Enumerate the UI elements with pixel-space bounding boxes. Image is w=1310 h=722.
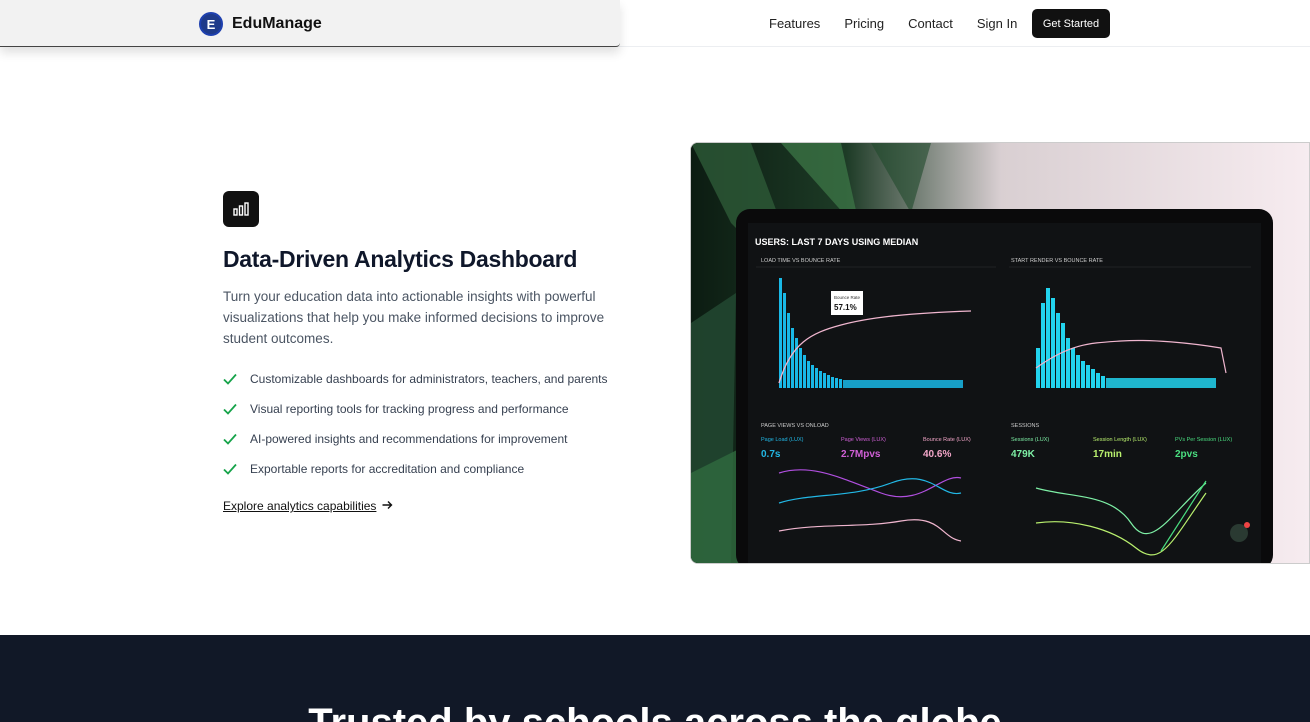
list-item-text: Visual reporting tools for tracking prog… [250, 402, 569, 416]
stat-value: 0.7s [761, 449, 781, 460]
tooltip-label: Bounce Rate [834, 295, 861, 300]
check-icon [223, 401, 239, 417]
section-title: Data-Driven Analytics Dashboard [223, 246, 578, 272]
tooltip-value: 57.1% [834, 303, 857, 312]
feature-list: Customizable dashboards for administrato… [223, 364, 608, 484]
site-header: E EduManage Features Pricing Contact Sig… [0, 0, 1310, 47]
trusted-section: Trusted by schools across the globe [0, 635, 1310, 722]
section-description: Turn your education data into actionable… [223, 289, 605, 346]
check-icon [223, 371, 239, 387]
stat-label: PVs Per Session (LUX) [1175, 437, 1232, 443]
nav-contact[interactable]: Contact [908, 16, 953, 31]
trusted-heading: Trusted by schools across the globe [0, 701, 1310, 722]
panel-title: SESSIONS [1011, 423, 1039, 429]
list-item: Visual reporting tools for tracking prog… [223, 394, 608, 424]
check-icon [223, 461, 239, 477]
nav-pricing[interactable]: Pricing [844, 16, 884, 31]
logo[interactable]: E EduManage [199, 12, 322, 36]
stat-label: Bounce Rate (LUX) [923, 437, 971, 443]
list-item-text: Exportable reports for accreditation and… [250, 462, 525, 476]
brand-name: EduManage [232, 15, 322, 32]
panel-title: LOAD TIME VS BOUNCE RATE [761, 258, 841, 264]
stat-label: Sessions (LUX) [1011, 437, 1049, 443]
explore-analytics-link[interactable]: Explore analytics capabilities [223, 499, 393, 513]
get-started-button[interactable]: Get Started [1032, 9, 1110, 38]
stat-label: Page Views (LUX) [841, 437, 886, 443]
panel-title: START RENDER VS BOUNCE RATE [1011, 258, 1103, 264]
list-item: Customizable dashboards for administrato… [223, 364, 608, 394]
explore-link-label: Explore analytics capabilities [223, 499, 377, 513]
bar-chart-icon [223, 191, 259, 227]
list-item-text: Customizable dashboards for administrato… [250, 372, 608, 386]
nav-features[interactable]: Features [769, 16, 820, 31]
stat-value: 2.7Mpvs [841, 449, 881, 460]
logo-badge: E [199, 12, 223, 36]
stat-value: 40.6% [923, 449, 951, 460]
list-item: AI-powered insights and recommendations … [223, 424, 608, 454]
list-item: Exportable reports for accreditation and… [223, 454, 608, 484]
main-nav: Features Pricing Contact Sign In [769, 0, 1041, 47]
stat-value: 17min [1093, 449, 1122, 460]
analytics-dashboard-image: USERS: LAST 7 DAYS USING MEDIAN LOAD TIM… [690, 142, 1310, 564]
stat-value: 2pvs [1175, 449, 1198, 460]
nav-sign-in[interactable]: Sign In [977, 16, 1017, 31]
stat-value: 479K [1011, 449, 1036, 460]
arrow-right-icon [382, 499, 393, 513]
stat-label: Page Load (LUX) [761, 437, 804, 443]
check-icon [223, 431, 239, 447]
list-item-text: AI-powered insights and recommendations … [250, 432, 568, 446]
stat-label: Session Length (LUX) [1093, 437, 1147, 443]
screen-title: USERS: LAST 7 DAYS USING MEDIAN [755, 237, 918, 247]
panel-title: PAGE VIEWS VS ONLOAD [761, 423, 829, 429]
